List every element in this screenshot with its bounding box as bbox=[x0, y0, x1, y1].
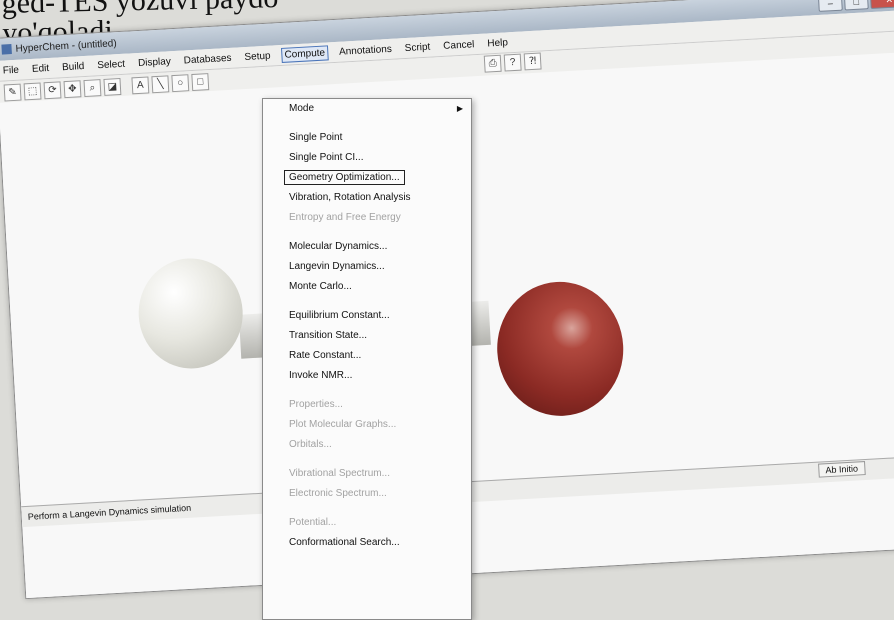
menu-item-vibration-rotation[interactable]: Vibration, Rotation Analysis bbox=[263, 188, 471, 208]
clip-icon[interactable]: ◪ bbox=[103, 77, 122, 96]
print-icon[interactable]: ⎙ bbox=[483, 54, 502, 73]
menu-item-transition-state[interactable]: Transition State... bbox=[263, 326, 471, 346]
menu-annotations[interactable]: Annotations bbox=[337, 42, 394, 58]
status-message: Perform a Langevin Dynamics simulation bbox=[27, 502, 192, 522]
draw-icon[interactable]: ✎ bbox=[3, 83, 22, 102]
close-button[interactable]: ✕ bbox=[869, 0, 894, 10]
hydrogen-atom[interactable] bbox=[135, 255, 246, 372]
menu-item-potential: Potential... bbox=[289, 517, 337, 528]
menu-item-single-point-ci[interactable]: Single Point CI... bbox=[263, 148, 471, 168]
minimize-button[interactable]: – bbox=[817, 0, 843, 12]
zoom-icon[interactable]: ⌕ bbox=[83, 78, 102, 97]
menu-item-invoke-nmr[interactable]: Invoke NMR... bbox=[263, 366, 471, 386]
menu-help[interactable]: Help bbox=[485, 36, 510, 50]
rotate-icon[interactable]: ⟳ bbox=[43, 80, 62, 99]
compute-menu-dropdown: Mode ▶ Single Point Single Point CI... G… bbox=[262, 98, 472, 620]
menu-item-orbitals: Orbitals... bbox=[289, 439, 332, 450]
menu-item-properties: Properties... bbox=[289, 399, 343, 410]
ellipse-icon[interactable]: ○ bbox=[171, 73, 190, 92]
status-mode: Ab Initio bbox=[818, 461, 866, 478]
menu-item-monte-carlo[interactable]: Monte Carlo... bbox=[263, 277, 471, 297]
menu-item-rate-constant[interactable]: Rate Constant... bbox=[263, 346, 471, 366]
menu-item-molecular-dynamics[interactable]: Molecular Dynamics... bbox=[263, 237, 471, 257]
menu-display[interactable]: Display bbox=[136, 55, 173, 70]
menu-item-langevin-dynamics[interactable]: Langevin Dynamics... bbox=[263, 257, 471, 277]
menu-build[interactable]: Build bbox=[60, 59, 87, 73]
window-title: HyperChem - (untitled) bbox=[15, 37, 117, 55]
menu-cancel[interactable]: Cancel bbox=[441, 38, 477, 53]
menu-edit[interactable]: Edit bbox=[30, 61, 52, 75]
menu-select[interactable]: Select bbox=[95, 57, 127, 72]
menu-item-vibrational-spectrum: Vibrational Spectrum... bbox=[289, 468, 390, 479]
help-icon[interactable]: ? bbox=[503, 53, 522, 72]
menu-item-equilibrium-constant[interactable]: Equilibrium Constant... bbox=[263, 306, 471, 326]
menu-item-entropy: Entropy and Free Energy bbox=[289, 212, 401, 223]
menu-script[interactable]: Script bbox=[402, 40, 432, 55]
menu-compute[interactable]: Compute bbox=[281, 44, 329, 63]
menu-item-plot-molecular-graphs: Plot Molecular Graphs... bbox=[289, 419, 397, 430]
window-controls: – □ ✕ bbox=[817, 0, 894, 12]
text-icon[interactable]: A bbox=[131, 75, 150, 94]
app-icon bbox=[1, 44, 12, 55]
maximize-button[interactable]: □ bbox=[843, 0, 869, 11]
menu-file[interactable]: File bbox=[0, 63, 21, 77]
menu-item-electronic-spectrum: Electronic Spectrum... bbox=[289, 488, 387, 499]
translate-icon[interactable]: ✥ bbox=[63, 79, 82, 98]
rectangle-icon[interactable]: □ bbox=[191, 72, 210, 91]
menu-setup[interactable]: Setup bbox=[242, 49, 273, 64]
submenu-arrow-icon: ▶ bbox=[456, 104, 463, 113]
menu-item-geometry-optimization[interactable]: Geometry Optimization... bbox=[263, 168, 471, 188]
menu-databases[interactable]: Databases bbox=[181, 51, 233, 67]
line-icon[interactable]: ╲ bbox=[151, 74, 170, 93]
menu-item-mode[interactable]: Mode ▶ bbox=[263, 99, 471, 119]
menu-item-conformational-search[interactable]: Conformational Search... bbox=[263, 533, 471, 553]
menu-item-single-point[interactable]: Single Point bbox=[263, 128, 471, 148]
toolbar-right: ⎙ ? ⁈ bbox=[483, 52, 542, 73]
select-icon[interactable]: ⬚ bbox=[23, 81, 42, 100]
context-help-icon[interactable]: ⁈ bbox=[523, 52, 542, 71]
oxygen-atom[interactable] bbox=[493, 278, 627, 420]
